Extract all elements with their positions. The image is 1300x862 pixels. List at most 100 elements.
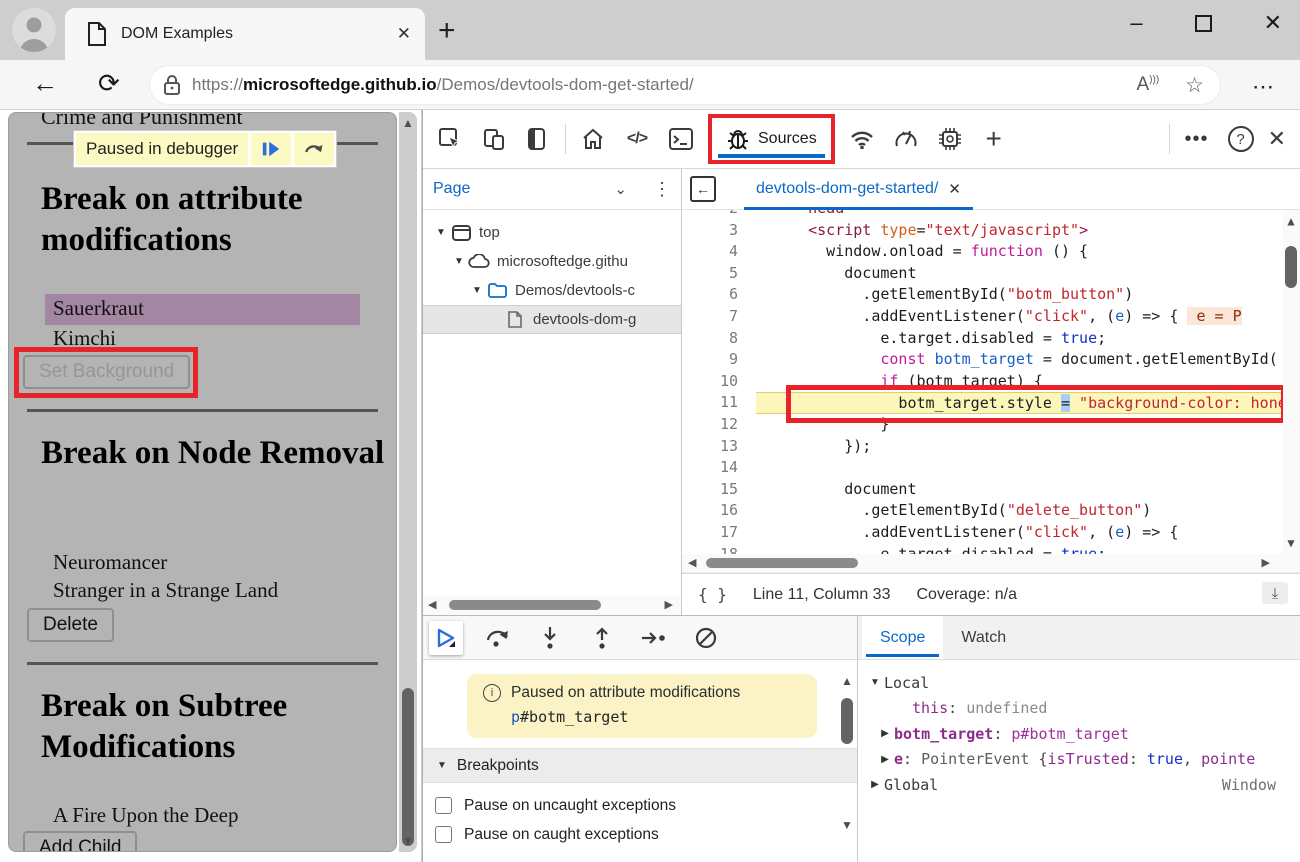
- step-over-banner-button[interactable]: [294, 133, 334, 165]
- scroll-down-icon[interactable]: ▼: [1284, 536, 1298, 550]
- help-icon[interactable]: ?: [1224, 122, 1258, 156]
- line-number[interactable]: 10: [682, 371, 756, 393]
- code-line-7[interactable]: 7 .addEventListener("click", (e) => { e …: [682, 306, 1283, 328]
- step-button[interactable]: [637, 621, 671, 655]
- code-line-11[interactable]: 11 botm_target.style = "background-color…: [682, 392, 1283, 414]
- pause-caught-row[interactable]: Pause on caught exceptions: [435, 820, 857, 849]
- add-child-button[interactable]: Add Child: [23, 831, 137, 852]
- editor-vscrollbar[interactable]: ▲ ▼: [1283, 210, 1300, 554]
- step-over-button[interactable]: [481, 621, 515, 655]
- network-panel-icon[interactable]: [845, 122, 879, 156]
- delete-button[interactable]: Delete: [27, 608, 114, 642]
- favorites-star-icon[interactable]: ☆: [1185, 73, 1204, 98]
- code-line-10[interactable]: 10 if (botm_target) {: [682, 371, 1283, 393]
- code-line-13[interactable]: 13 });: [682, 436, 1283, 458]
- maximize-button[interactable]: [1195, 15, 1212, 32]
- line-number[interactable]: 3: [682, 220, 756, 242]
- performance-panel-icon[interactable]: [889, 122, 923, 156]
- code-line-2[interactable]: 2 head: [682, 210, 1283, 220]
- home-icon[interactable]: [576, 122, 610, 156]
- file-tab[interactable]: devtools-dom-get-started/ ✕: [744, 169, 973, 210]
- code-line-6[interactable]: 6 .getElementById("botm_button"): [682, 284, 1283, 306]
- scroll-up-icon[interactable]: ▲: [840, 674, 854, 688]
- kebab-menu-icon[interactable]: ⋮: [653, 179, 671, 200]
- scope-row[interactable]: ▶e: PointerEvent {isTrusted: true, point…: [866, 747, 1290, 773]
- scope-row[interactable]: ▶GlobalWindow: [866, 772, 1290, 798]
- scope-expand-arrow[interactable]: ▼: [866, 677, 884, 688]
- line-number[interactable]: 18: [682, 544, 756, 555]
- resume-script-button[interactable]: [251, 133, 291, 165]
- page-scrollbar[interactable]: ▲ ▼: [399, 112, 417, 852]
- profile-avatar[interactable]: [12, 8, 56, 52]
- tree-expand-arrow[interactable]: ▼: [469, 285, 485, 296]
- tree-expand-arrow[interactable]: ▼: [451, 256, 467, 267]
- console-panel-icon[interactable]: [664, 122, 698, 156]
- line-number[interactable]: 11: [682, 392, 756, 414]
- line-number[interactable]: 13: [682, 436, 756, 458]
- tree-item-devtools-dom-g[interactable]: devtools-dom-g: [423, 305, 681, 334]
- back-button[interactable]: ←: [32, 68, 58, 99]
- line-number[interactable]: 15: [682, 479, 756, 501]
- tree-expand-arrow[interactable]: ▼: [433, 227, 449, 238]
- code-line-14[interactable]: 14: [682, 457, 1283, 479]
- line-number[interactable]: 16: [682, 500, 756, 522]
- address-bar[interactable]: https://microsoftedge.github.io/Demos/de…: [150, 66, 1220, 104]
- line-number[interactable]: 2: [682, 210, 756, 220]
- checkbox-uncaught[interactable]: [435, 797, 452, 814]
- page-dropdown[interactable]: Page: [433, 180, 614, 198]
- code-line-18[interactable]: 18 e.target.disabled = true;: [682, 544, 1283, 555]
- tree-item-top[interactable]: ▼top: [423, 218, 681, 247]
- memory-panel-icon[interactable]: [933, 122, 967, 156]
- settings-menu-button[interactable]: ⋯: [1252, 74, 1276, 100]
- scrollbar-thumb[interactable]: [1285, 246, 1297, 288]
- code-line-15[interactable]: 15 document: [682, 479, 1283, 501]
- editor-hscrollbar[interactable]: ◀ ▶: [682, 554, 1300, 573]
- devtools-close-icon[interactable]: ✕: [1268, 126, 1286, 152]
- new-tab-button[interactable]: +: [438, 14, 456, 48]
- code-line-12[interactable]: 12 }: [682, 414, 1283, 436]
- code-line-9[interactable]: 9 const botm_target = document.getElemen…: [682, 349, 1283, 371]
- line-number[interactable]: 8: [682, 328, 756, 350]
- set-background-button[interactable]: Set Background: [23, 355, 190, 389]
- line-number[interactable]: 12: [682, 414, 756, 436]
- scrollbar-thumb[interactable]: [706, 558, 858, 568]
- step-out-button[interactable]: [585, 621, 619, 655]
- scroll-right-icon[interactable]: ▶: [665, 598, 673, 611]
- refresh-button[interactable]: ⟳: [98, 68, 120, 99]
- device-emulation-icon[interactable]: [477, 122, 511, 156]
- scroll-down-icon[interactable]: ▼: [840, 818, 854, 832]
- collapse-navigator-icon[interactable]: ←: [690, 176, 716, 202]
- scroll-left-icon[interactable]: ◀: [688, 556, 696, 569]
- code-line-4[interactable]: 4 window.onload = function () {: [682, 241, 1283, 263]
- scope-row[interactable]: ▼Local: [866, 670, 1290, 696]
- scroll-left-icon[interactable]: ◀: [428, 598, 436, 611]
- scrollbar-thumb[interactable]: [841, 698, 853, 744]
- inspect-element-icon[interactable]: [433, 122, 467, 156]
- scroll-up-icon[interactable]: ▲: [1284, 214, 1298, 228]
- scope-row[interactable]: ▶botm_target: p#botm_target: [866, 721, 1290, 747]
- checkbox-caught[interactable]: [435, 826, 452, 843]
- resume-button[interactable]: [429, 621, 463, 655]
- format-code-icon[interactable]: { }: [698, 585, 727, 604]
- deactivate-breakpoints-button[interactable]: [689, 621, 723, 655]
- code-line-8[interactable]: 8 e.target.disabled = true;: [682, 328, 1283, 350]
- window-close-button[interactable]: ✕: [1264, 10, 1282, 36]
- tab-close-icon[interactable]: ✕: [397, 24, 411, 44]
- minimize-button[interactable]: –: [1130, 10, 1142, 36]
- scrollbar-thumb[interactable]: [449, 600, 601, 610]
- url-text[interactable]: https://microsoftedge.github.io/Demos/de…: [192, 75, 1110, 95]
- code-line-3[interactable]: 3 <script type="text/javascript">: [682, 220, 1283, 242]
- scope-row[interactable]: this: undefined: [866, 696, 1290, 722]
- read-aloud-icon[interactable]: A))): [1136, 74, 1159, 96]
- line-number[interactable]: 14: [682, 457, 756, 479]
- line-number[interactable]: 7: [682, 306, 756, 328]
- scrollbar-thumb[interactable]: [402, 688, 414, 846]
- tab-scope[interactable]: Scope: [862, 616, 943, 659]
- line-number[interactable]: 6: [682, 284, 756, 306]
- tab-watch[interactable]: Watch: [943, 616, 1024, 659]
- navigator-hscrollbar[interactable]: ◀ ▶: [423, 596, 681, 615]
- download-icon[interactable]: ⤓: [1262, 582, 1288, 604]
- file-tab-close-icon[interactable]: ✕: [948, 180, 961, 198]
- line-number[interactable]: 17: [682, 522, 756, 544]
- scope-expand-arrow[interactable]: ▶: [866, 779, 884, 790]
